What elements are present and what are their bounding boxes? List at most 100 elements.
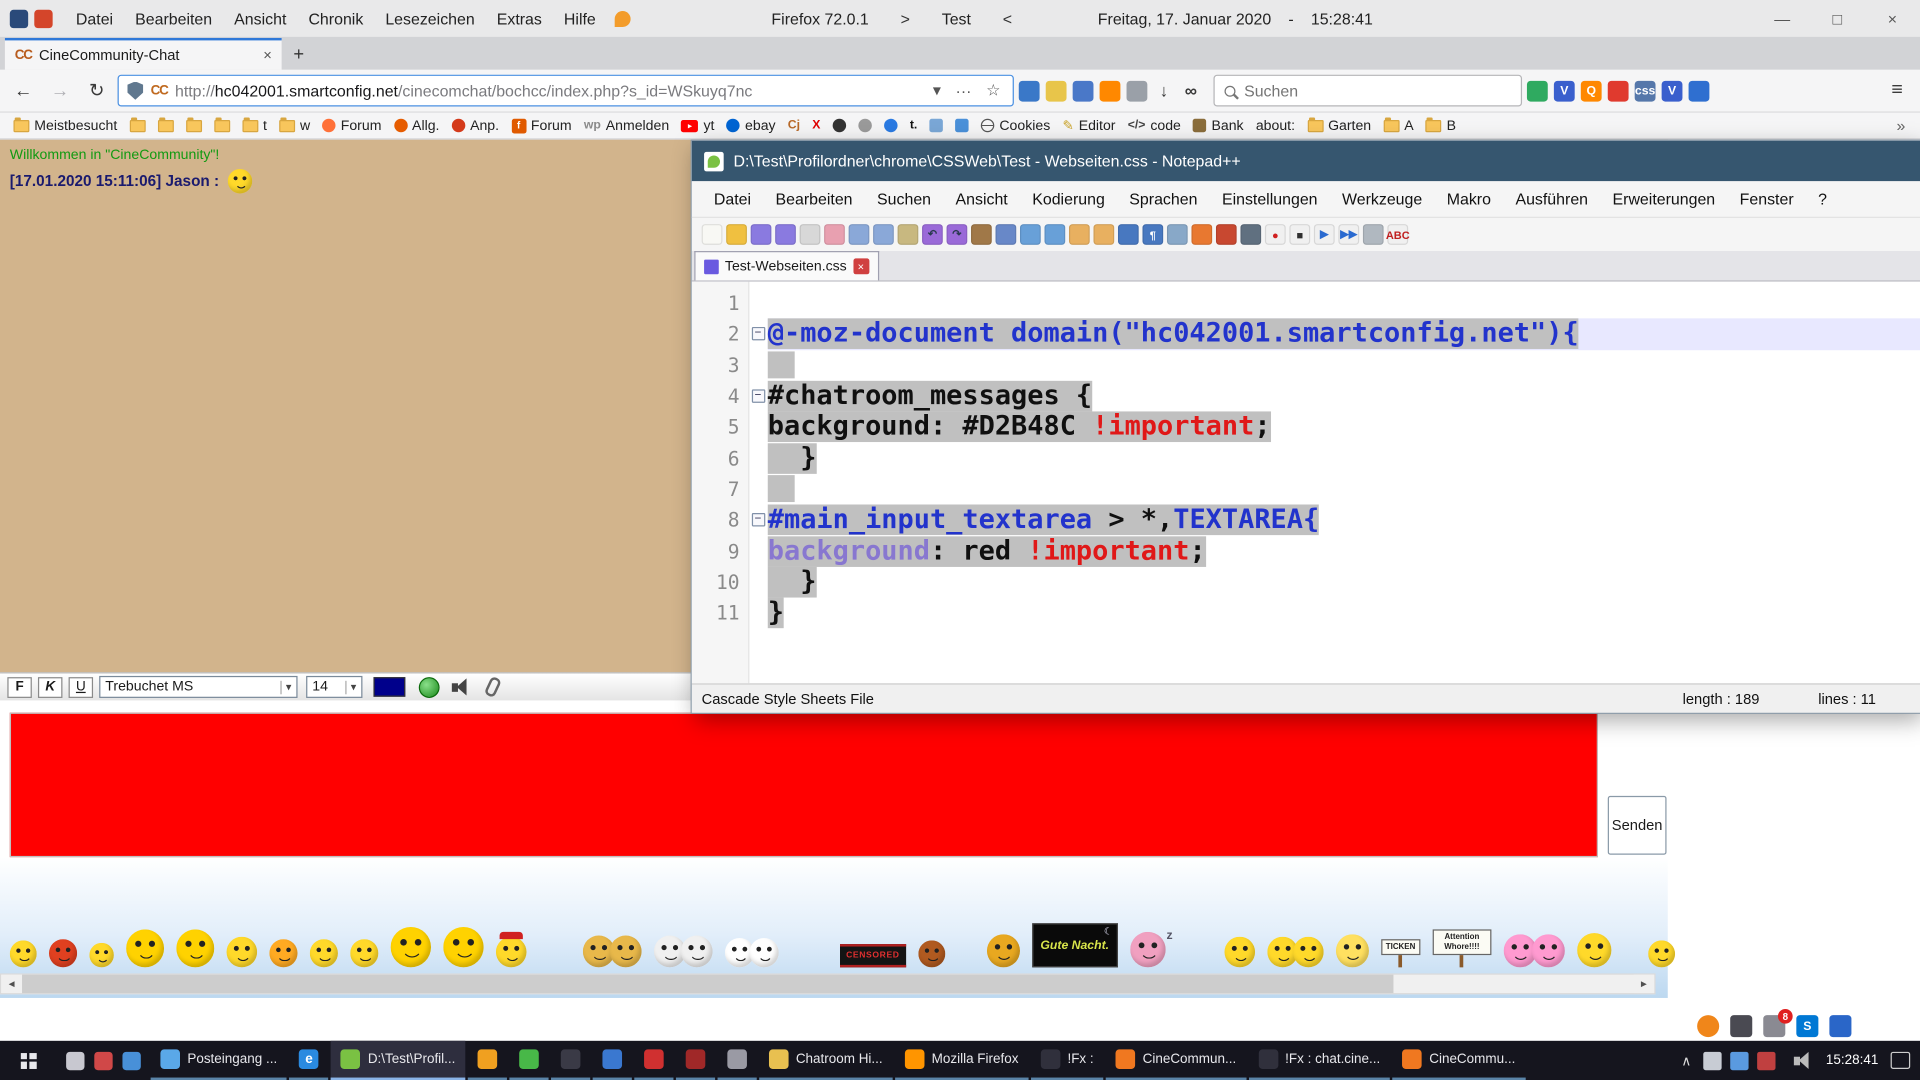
bookmark-x[interactable]: X [806,116,826,134]
scrollbar-thumb[interactable] [22,975,1393,993]
taskbar-mail-button[interactable]: Posteingang ... [151,1041,287,1080]
fold-collapse-icon[interactable]: − [751,327,764,340]
bold-button[interactable]: F [7,677,31,698]
find-icon[interactable] [971,224,992,245]
download-icon[interactable]: ↓ [1153,80,1174,101]
fold-collapse-icon[interactable]: − [751,513,764,526]
cheer-smiley[interactable] [1224,937,1255,968]
taskbar-firefox-button[interactable]: Mozilla Firefox [895,1041,1028,1080]
bookmark-image[interactable] [923,116,949,134]
blue-folder-icon[interactable] [1073,80,1094,101]
v2-addon-icon[interactable]: V [1662,80,1683,101]
save-icon[interactable] [751,224,772,245]
doc-map-icon[interactable] [1191,224,1212,245]
flyout-mail-icon[interactable]: 8 [1763,1015,1785,1037]
urlbar-dropdown-icon[interactable]: ▾ [929,81,944,101]
play-macro-icon[interactable]: ▶ [1314,224,1335,245]
bookmark-cookies[interactable]: Cookies [975,116,1057,136]
bookmark-github[interactable] [827,116,853,134]
horizontal-scrollbar[interactable]: ◄ ► [0,973,1656,994]
library-folder-icon[interactable] [1046,80,1067,101]
pinned-app-3-icon[interactable] [122,1051,140,1069]
npp-menu-suchen[interactable]: Suchen [865,190,943,208]
menubar-extra-icon[interactable] [614,10,630,26]
taskbar-app-orange-button[interactable] [468,1041,507,1080]
send-button[interactable]: Senden [1608,796,1667,855]
notepadpp-titlebar[interactable]: D:\Test\Profilordner\chrome\CSSWeb\Test … [692,141,1920,181]
sleep-smiley[interactable]: z [1130,929,1173,967]
reload-button[interactable]: ↻ [81,80,113,102]
zoom-in-icon[interactable] [1020,224,1041,245]
angry-smiley[interactable] [269,939,297,967]
new-tab-button[interactable]: + [282,38,316,70]
zoom-out-icon[interactable] [1044,224,1065,245]
function-list-icon[interactable] [1216,224,1237,245]
qwant-addon-icon[interactable]: Q [1581,80,1602,101]
bookmark-allg[interactable]: Allg. [388,116,446,136]
start-button[interactable] [0,1041,56,1080]
red-addon-icon[interactable] [1608,80,1629,101]
taskbar-app-gray-button[interactable] [717,1041,756,1080]
eyes-smileys[interactable] [725,938,779,967]
sad-big-smiley[interactable] [126,929,164,967]
new-file-icon[interactable] [702,224,723,245]
fx-menu-datei[interactable]: Datei [65,9,124,27]
bookmark-a[interactable]: A [1377,116,1419,136]
bookmark-forum[interactable]: Forum [316,116,387,136]
monitor-icon[interactable] [1240,224,1261,245]
taskbar-chatroom-button[interactable]: Chatroom Hi... [759,1041,892,1080]
flyout-blue-icon[interactable] [1829,1015,1851,1037]
wave-smiley[interactable] [10,940,37,967]
fx-menu-bearbeiten[interactable]: Bearbeiten [124,9,223,27]
neutral-smiley[interactable] [310,939,338,967]
taskbar-clock[interactable]: 15:28:41 [1826,1053,1878,1068]
page-actions-icon[interactable]: ··· [952,81,975,99]
bookmark-folder-3[interactable] [180,117,208,134]
bookmark-meistbesucht[interactable]: Meistbesucht [7,116,123,136]
bookmark-forum-2[interactable]: fForum [505,116,578,136]
run-multi-icon[interactable]: ▶▶ [1338,224,1359,245]
bookmark-editor[interactable]: ✎Editor [1056,115,1121,136]
bookmarks-overflow-icon[interactable]: » [1889,116,1913,134]
music-smiley[interactable] [1577,933,1611,967]
pinned-app-2-icon[interactable] [94,1051,112,1069]
forward-button[interactable]: → [44,80,76,101]
attention-sign[interactable]: Attention Whore!!!! [1433,929,1492,967]
bookmark-at[interactable] [878,116,904,134]
taskbar-notepadpp-button[interactable]: D:\Test\Profil... [331,1041,465,1080]
paste-icon[interactable] [898,224,919,245]
cry-smiley[interactable] [227,937,258,968]
taskbar-app-green-button[interactable] [509,1041,548,1080]
attachment-icon[interactable] [484,676,502,698]
fx-menu-chronik[interactable]: Chronik [297,9,374,27]
npp-menu-?[interactable]: ? [1806,190,1839,208]
show-symbols-icon[interactable]: ¶ [1142,224,1163,245]
fx-menu-hilfe[interactable]: Hilfe [553,9,607,27]
close-button[interactable]: × [1865,0,1920,37]
bookmark-t[interactable]: t. [904,116,924,134]
jdownloader-icon[interactable] [1100,80,1121,101]
cap-smiley[interactable] [496,937,527,968]
indent-guide-icon[interactable] [1167,224,1188,245]
gute-nacht-banner[interactable]: Gute Nacht.☾ [1032,923,1118,967]
bookmark-b[interactable]: B [1420,116,1462,136]
action-center-icon[interactable] [1891,1052,1911,1069]
npp-tab-test-webseiten[interactable]: Test-Webseiten.css × [694,251,878,280]
npp-menu-werkzeuge[interactable]: Werkzeuge [1330,190,1435,208]
font-color-swatch[interactable] [373,677,405,697]
css-addon-icon[interactable]: css [1635,80,1656,101]
v-addon-icon[interactable]: V [1554,80,1575,101]
grin-big-smiley[interactable] [176,929,214,967]
npp-menu-einstellungen[interactable]: Einstellungen [1210,190,1330,208]
flyout-jdownloader-icon[interactable] [1697,1015,1719,1037]
devil-smiley[interactable] [49,939,77,967]
scroll-right-icon[interactable]: ► [1633,975,1654,993]
undo-icon[interactable]: ↶ [922,224,943,245]
back-button[interactable]: ← [7,80,39,101]
stop-macro-icon[interactable]: ■ [1289,224,1310,245]
print-icon[interactable] [824,224,845,245]
cut-icon[interactable] [849,224,870,245]
fx-menu-lesezeichen[interactable]: Lesezeichen [374,9,485,27]
tab-close-icon[interactable]: × [263,47,272,64]
smiley-picker-icon[interactable] [419,677,440,698]
